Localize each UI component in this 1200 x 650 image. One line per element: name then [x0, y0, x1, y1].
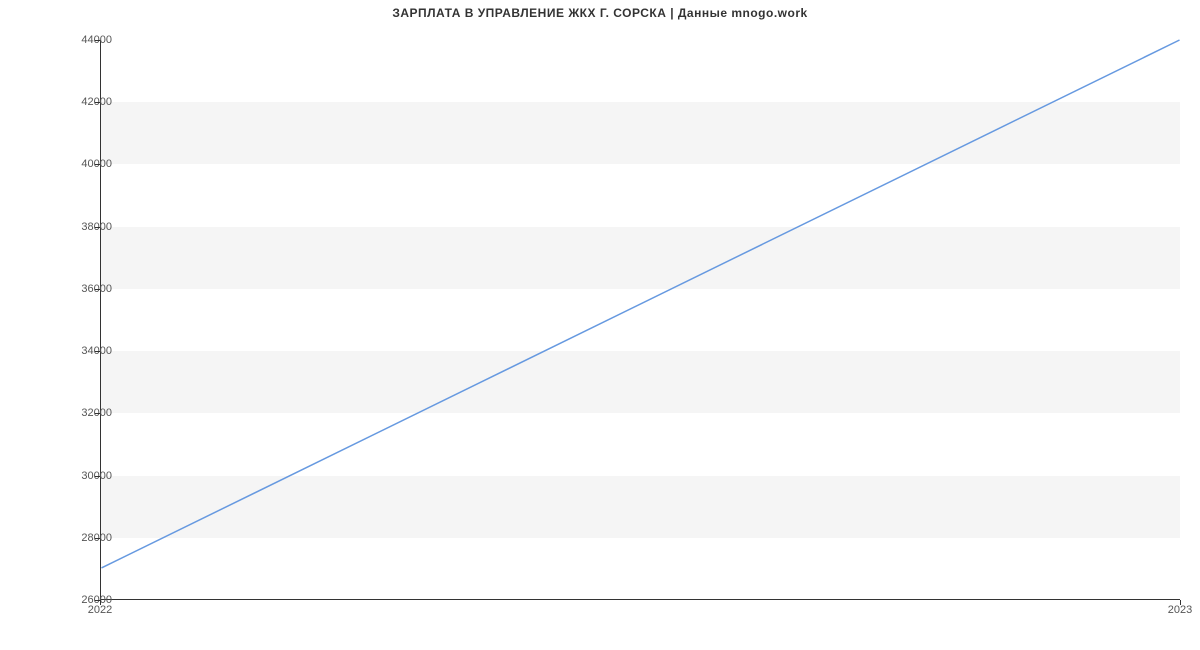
- y-tick-label: 36000: [32, 283, 112, 295]
- plot-area: [100, 40, 1180, 600]
- y-tick-label: 32000: [32, 407, 112, 419]
- x-tick-mark: [1180, 600, 1181, 605]
- y-tick-mark: [95, 227, 100, 228]
- y-tick-label: 34000: [32, 345, 112, 357]
- x-tick-label: 2022: [88, 604, 112, 616]
- y-tick-label: 44000: [32, 34, 112, 46]
- y-tick-mark: [95, 164, 100, 165]
- y-tick-label: 28000: [32, 532, 112, 544]
- y-tick-mark: [95, 476, 100, 477]
- chart-container: ЗАРПЛАТА В УПРАВЛЕНИЕ ЖКХ Г. СОРСКА | Да…: [0, 0, 1200, 650]
- x-tick-mark: [100, 600, 101, 605]
- data-line: [101, 40, 1179, 568]
- chart-title: ЗАРПЛАТА В УПРАВЛЕНИЕ ЖКХ Г. СОРСКА | Да…: [0, 6, 1200, 20]
- y-tick-label: 42000: [32, 96, 112, 108]
- y-tick-mark: [95, 102, 100, 103]
- y-tick-mark: [95, 351, 100, 352]
- y-tick-mark: [95, 538, 100, 539]
- y-tick-mark: [95, 40, 100, 41]
- y-tick-label: 40000: [32, 158, 112, 170]
- line-layer: [101, 40, 1180, 599]
- y-tick-label: 38000: [32, 221, 112, 233]
- y-tick-mark: [95, 413, 100, 414]
- y-tick-mark: [95, 289, 100, 290]
- x-tick-label: 2023: [1168, 604, 1192, 616]
- y-tick-label: 30000: [32, 470, 112, 482]
